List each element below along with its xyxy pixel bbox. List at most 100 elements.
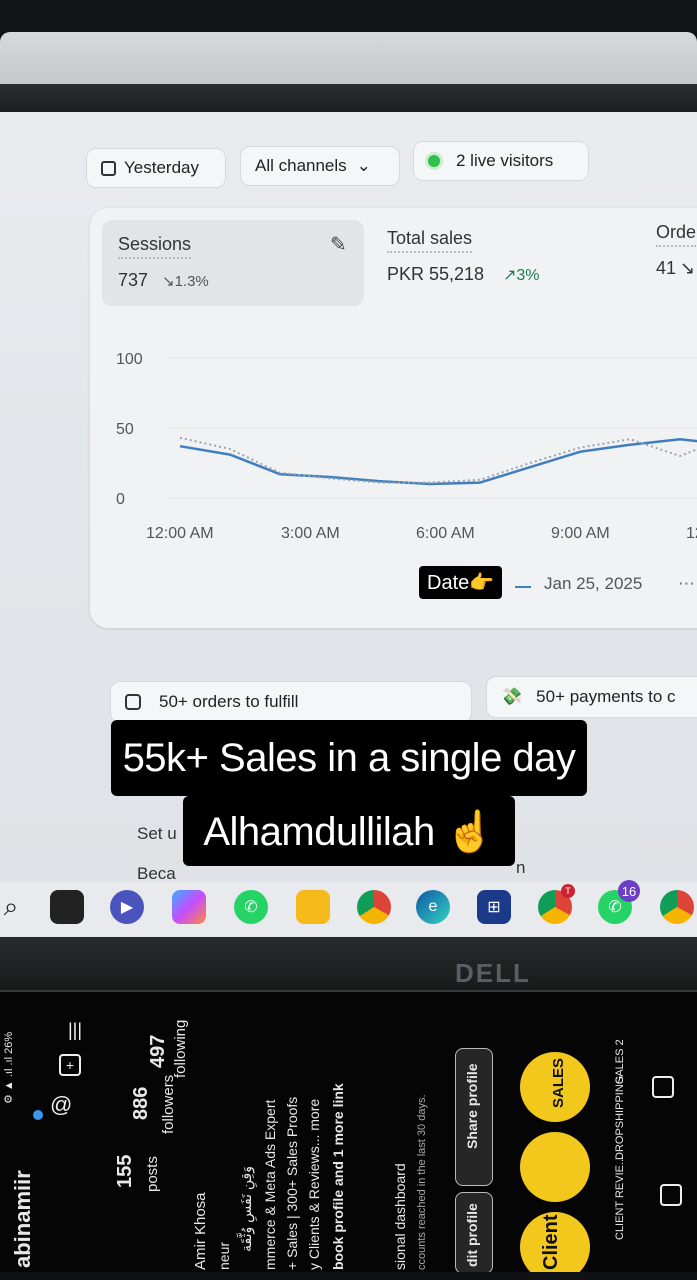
share-profile-button[interactable]: Share profile: [455, 1048, 493, 1186]
chevron-down-icon: ⌄: [356, 156, 371, 175]
file-explorer-icon[interactable]: [296, 890, 330, 924]
live-visitors-button[interactable]: 2 live visitors: [413, 141, 589, 181]
orders-label[interactable]: Orde: [656, 222, 697, 247]
channels-label: All channels: [255, 156, 347, 175]
legend-dotted-line: ⋯: [678, 574, 695, 593]
total-sales-value: PKR 55,218: [387, 264, 485, 284]
search-icon[interactable]: ⌕: [0, 890, 28, 924]
highlight-sales[interactable]: SALES: [520, 1052, 590, 1122]
sessions-change: ↘1.3%: [162, 273, 209, 290]
pencil-icon[interactable]: ✎: [330, 232, 347, 257]
share-profile-label: Share profile: [464, 1063, 480, 1149]
dashboard-label[interactable]: sional dashboard: [392, 1163, 408, 1270]
inbox-icon: [125, 694, 141, 710]
live-visitors-label: 2 live visitors: [456, 151, 554, 170]
x-tick-label: 9:00 AM: [551, 525, 610, 542]
story-top-bar: [0, 0, 697, 32]
bio-role: neur: [216, 1241, 232, 1270]
highlight-sales2-caption: SALES 2: [614, 1039, 626, 1084]
highlight-client-label: Client: [540, 1214, 562, 1270]
task-view-icon[interactable]: [50, 890, 84, 924]
orders-value: 41: [656, 258, 677, 278]
series-line-comparison: [179, 436, 697, 484]
whatsapp-icon[interactable]: ✆: [234, 890, 268, 924]
edge-icon[interactable]: e: [416, 890, 450, 924]
date-sticker-label: Date👉: [427, 572, 495, 594]
followers-label[interactable]: followers: [160, 1075, 177, 1134]
dell-logo: DELL: [455, 958, 531, 988]
caption-line-1: 55k+ Sales in a single day: [111, 720, 587, 796]
posts-label: posts: [144, 1156, 161, 1192]
orders-to-fulfill-label: 50+ orders to fulfill: [159, 692, 299, 711]
menu-icon[interactable]: |||: [68, 1020, 82, 1041]
x-tick-label: 3:00 AM: [281, 525, 340, 542]
verified-icon: [33, 1110, 43, 1120]
sessions-label: Sessions: [118, 234, 192, 259]
bio-name: Amir Khosa: [192, 1192, 209, 1270]
bio-arabic: وَقِنِ نَفَسِ وُثَّقَة: [238, 1166, 254, 1252]
orders-to-fulfill-button[interactable]: 50+ orders to fulfill: [110, 681, 472, 723]
followers-count[interactable]: 886: [130, 1087, 153, 1120]
edit-profile-button[interactable]: dit profile: [455, 1192, 493, 1272]
trailing-text: n: [516, 858, 526, 877]
add-post-icon[interactable]: +: [59, 1054, 81, 1076]
tag-icon[interactable]: [652, 1076, 674, 1098]
payment-icon: 💸: [501, 687, 523, 706]
photo-frame: Yesterday All channels ⌄ 2 live visitors…: [0, 32, 697, 1272]
highlight-client-reviews[interactable]: Client: [520, 1212, 590, 1272]
copilot-icon[interactable]: [172, 890, 206, 924]
highlight-dropshipping-caption: DROPSHIPPING: [614, 1075, 626, 1160]
legend-solid-line: [515, 586, 531, 588]
sessions-metric-tile[interactable]: Sessions ✎ 737 ↘1.3%: [102, 220, 364, 306]
setup-text: Set u: [137, 824, 177, 843]
highlight-client-caption: CLIENT REVIE...: [614, 1155, 626, 1240]
date-sticker: Date👉: [419, 566, 503, 599]
legend-date-label: Jan 25, 2025: [544, 574, 643, 593]
y-tick-label: 0: [116, 491, 125, 508]
bio-line-2: + Sales | 300+ Sales Proofs: [284, 1096, 300, 1270]
teams-icon[interactable]: ▶: [110, 890, 144, 924]
phone-instagram-profile: ⚙ ▲ .ıl .ıl 26% ||| + @ abinamiir 155 po…: [0, 990, 697, 1272]
total-sales-change: ↗3%: [503, 267, 540, 284]
battery-level: 26%: [3, 1031, 15, 1054]
caption-line-1-text: 55k+ Sales in a single day: [122, 735, 576, 780]
analytics-card: Sessions ✎ 737 ↘1.3% Total sales PKR 55,…: [90, 208, 697, 628]
bio-line-4[interactable]: book profile and 1 more link: [330, 1083, 346, 1270]
payments-button[interactable]: 💸 50+ payments to c: [486, 676, 697, 718]
highlight-sales-label: SALES: [550, 1057, 567, 1108]
wall-background: [0, 32, 697, 84]
date-picker-button[interactable]: Yesterday: [86, 148, 226, 188]
x-tick-label: 12: [686, 525, 697, 542]
y-tick-label: 100: [116, 351, 143, 368]
microsoft-store-icon[interactable]: ⊞: [477, 890, 511, 924]
threads-icon[interactable]: @: [50, 1092, 72, 1118]
posts-count: 155: [114, 1154, 136, 1188]
highlight-dropshipping[interactable]: [520, 1132, 590, 1202]
following-label[interactable]: following: [172, 1020, 189, 1078]
bio-line-3: y Clients & Reviews... more: [306, 1098, 322, 1270]
dashboard-sub: ccounts reached in the last 30 days.: [416, 1094, 428, 1271]
orders-change-icon: ↘: [680, 258, 696, 278]
x-tick-label: 12:00 AM: [146, 525, 214, 542]
x-tick-label: 6:00 AM: [416, 525, 475, 542]
live-dot-icon: [428, 155, 440, 167]
because-text: Beca: [137, 864, 176, 883]
caption-line-2: Alhamdullilah ☝️: [183, 796, 515, 866]
calendar-icon: [101, 160, 116, 176]
total-sales-label[interactable]: Total sales: [387, 228, 473, 253]
sessions-line-chart: 100 50 0 12:00 AM 3:00 AM 6:00 AM 9:00 AM 12: [116, 351, 697, 542]
caption-line-2-text: Alhamdullilah ☝️: [203, 809, 495, 854]
chrome-badge: T: [561, 884, 575, 898]
chrome-profile-icon[interactable]: [357, 890, 391, 924]
payments-label: 50+ payments to c: [536, 687, 676, 706]
chrome-icon-2[interactable]: [660, 890, 694, 924]
reels-icon[interactable]: [660, 1184, 682, 1206]
following-count[interactable]: 497: [147, 1035, 170, 1068]
date-picker-label: Yesterday: [124, 158, 199, 177]
profile-username: abinamiir: [10, 1170, 35, 1268]
phone-status-bar: ⚙ ▲ .ıl .ıl 26%: [3, 1031, 15, 1104]
bio-line-1: mmerce & Meta Ads Expert: [262, 1099, 278, 1270]
windows-taskbar: ⌕ ▶ ✆ e ⊞ T ✆ 16: [0, 880, 697, 942]
y-tick-label: 50: [116, 421, 134, 438]
channels-dropdown[interactable]: All channels ⌄: [240, 146, 400, 186]
